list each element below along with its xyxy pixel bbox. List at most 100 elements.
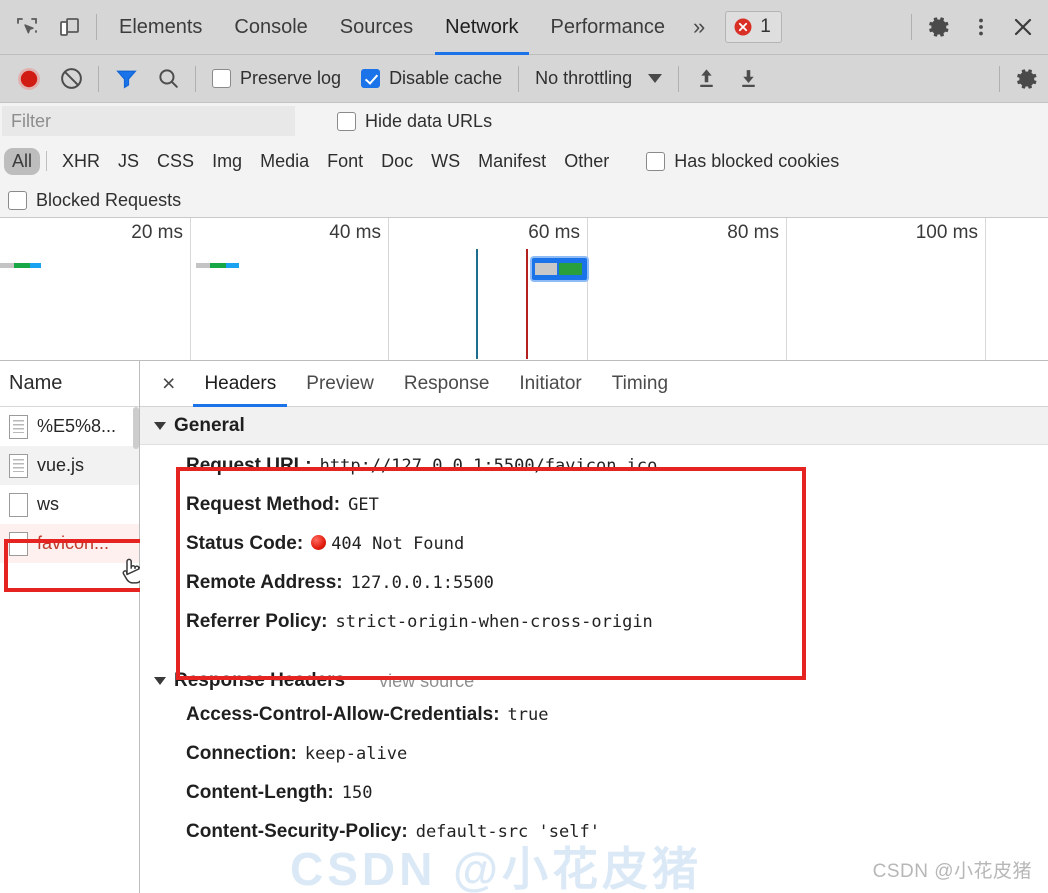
close-icon[interactable] [1002, 6, 1044, 48]
filter-type-js[interactable]: JS [109, 151, 148, 172]
detail-tab-initiator[interactable]: Initiator [504, 361, 596, 407]
filter-type-ws[interactable]: WS [422, 151, 469, 172]
chevron-down-icon [154, 677, 166, 685]
blank-file-icon [9, 532, 28, 556]
filter-toggle[interactable] [105, 58, 147, 100]
request-name: %E5%8... [37, 416, 116, 437]
detail-tab-headers[interactable]: Headers [189, 361, 291, 407]
overview-selected-request[interactable] [532, 258, 587, 280]
request-list: %E5%8... vue.js ws favicon... [0, 407, 139, 893]
filter-type-media[interactable]: Media [251, 151, 318, 172]
overview-gridline [985, 218, 986, 360]
general-item-value: GET [348, 495, 379, 515]
filter-type-xhr[interactable]: XHR [53, 151, 109, 172]
detail-tab-label: Initiator [519, 373, 581, 395]
record-button[interactable] [8, 58, 50, 100]
filter-row-text: Filter Hide data URLs [0, 103, 1048, 139]
has-blocked-cookies-toggle[interactable]: Has blocked cookies [636, 151, 849, 172]
device-toolbar-icon[interactable] [48, 6, 90, 48]
has-blocked-cookies-checkbox[interactable] [646, 152, 665, 171]
filter-type-all[interactable]: All [4, 148, 40, 175]
general-item-value: http://127.0.0.1:5500/favicon.ico [320, 456, 658, 476]
request-name: favicon... [37, 533, 109, 554]
hide-data-urls-checkbox[interactable] [337, 112, 356, 131]
hide-data-urls-toggle[interactable]: Hide data URLs [327, 111, 502, 132]
network-overview-timeline[interactable]: 20 ms40 ms60 ms80 ms100 ms [0, 218, 1048, 361]
tab-label: Console [234, 16, 307, 39]
search-button[interactable] [147, 58, 189, 100]
clear-button[interactable] [50, 58, 92, 100]
general-section-header[interactable]: General [140, 407, 1048, 445]
devtools-tabbar: Elements Console Sources Network Perform… [0, 0, 1048, 55]
tab-label: Sources [340, 16, 413, 39]
request-list-item[interactable]: vue.js [0, 446, 139, 485]
general-section-title: General [174, 415, 245, 437]
status-error-dot-icon [311, 535, 326, 550]
close-detail-icon[interactable]: × [148, 372, 189, 395]
network-lower-pane: Name %E5%8... vue.js ws favicon... × Header… [0, 361, 1048, 893]
general-item-key: Remote Address: [186, 572, 343, 594]
tab-performance[interactable]: Performance [535, 0, 682, 55]
request-list-scrollbar[interactable] [133, 407, 139, 449]
filter-type-font[interactable]: Font [318, 151, 372, 172]
blocked-requests-checkbox[interactable] [8, 191, 27, 210]
response-header-value: keep-alive [305, 744, 407, 764]
network-settings-gear-icon[interactable] [1006, 58, 1048, 100]
tab-label: Performance [551, 16, 666, 39]
more-options-icon[interactable] [960, 6, 1002, 48]
detail-tab-response[interactable]: Response [389, 361, 505, 407]
more-tabs-icon[interactable]: » [681, 14, 717, 40]
overview-tick-label: 100 ms [916, 222, 985, 244]
filter-type-img[interactable]: Img [203, 151, 251, 172]
response-headers-title: Response Headers [174, 670, 345, 692]
blocked-requests-toggle[interactable]: Blocked Requests [8, 190, 191, 211]
filter-row-types: All XHR JS CSS Img Media Font Doc WS Man… [0, 139, 1048, 183]
filter-type-css[interactable]: CSS [148, 151, 203, 172]
detail-tab-timing[interactable]: Timing [597, 361, 683, 407]
filter-type-doc[interactable]: Doc [372, 151, 422, 172]
filter-type-other[interactable]: Other [555, 151, 618, 172]
detail-tab-preview[interactable]: Preview [291, 361, 389, 407]
overview-event-line [476, 249, 478, 359]
filter-type-manifest[interactable]: Manifest [469, 151, 555, 172]
error-count-badge[interactable]: 1 [725, 11, 782, 43]
import-har-icon[interactable] [685, 58, 727, 100]
view-source-link[interactable]: view source [379, 671, 474, 692]
toolbar-divider [999, 66, 1000, 92]
throttling-select[interactable]: No throttling [525, 68, 672, 89]
request-name: ws [37, 494, 59, 515]
disable-cache-toggle[interactable]: Disable cache [351, 68, 512, 89]
overview-request-bar[interactable] [196, 263, 239, 268]
detail-body: General Request URL: http://127.0.0.1:550… [140, 407, 1048, 893]
document-icon [9, 454, 28, 478]
filter-divider [46, 151, 47, 171]
preserve-log-toggle[interactable]: Preserve log [202, 68, 351, 89]
toolbar-divider [96, 14, 97, 40]
inspect-element-icon[interactable] [6, 6, 48, 48]
tab-network[interactable]: Network [429, 0, 534, 55]
general-item-key: Request URL: [186, 455, 312, 477]
tab-console[interactable]: Console [218, 0, 323, 55]
request-list-item[interactable]: ws [0, 485, 139, 524]
response-headers-section-header[interactable]: Response Headers view source [140, 662, 1048, 700]
request-list-column-header: Name [0, 361, 139, 407]
detail-tab-label: Response [404, 373, 490, 395]
request-list-item[interactable]: %E5%8... [0, 407, 139, 446]
detail-tab-label: Preview [306, 373, 374, 395]
tab-elements[interactable]: Elements [103, 0, 218, 55]
tab-sources[interactable]: Sources [324, 0, 429, 55]
preserve-log-checkbox[interactable] [212, 69, 231, 88]
filter-input[interactable]: Filter [2, 106, 295, 136]
overview-request-bar[interactable] [0, 263, 41, 268]
overview-tick-label: 60 ms [528, 222, 587, 244]
disable-cache-label: Disable cache [389, 68, 502, 89]
general-item-value: 404 Not Found [311, 534, 464, 554]
response-header-key: Content-Length: [186, 782, 334, 804]
gear-icon[interactable] [918, 6, 960, 48]
export-har-icon[interactable] [727, 58, 769, 100]
background-watermark: CSDN @小花皮猪 [290, 833, 702, 893]
general-item-value: strict-origin-when-cross-origin [336, 612, 653, 632]
disable-cache-checkbox[interactable] [361, 69, 380, 88]
csdn-watermark: CSDN @小花皮猪 [873, 856, 1032, 883]
detail-tabbar: × Headers Preview Response Initiator Tim… [140, 361, 1048, 407]
